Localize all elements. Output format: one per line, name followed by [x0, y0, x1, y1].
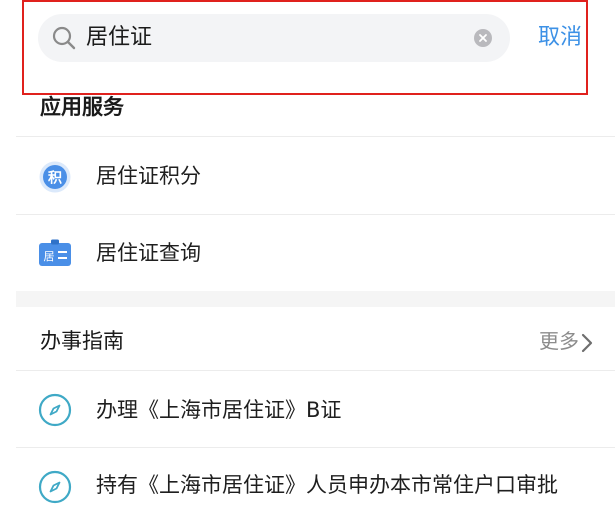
divider	[16, 136, 615, 137]
cancel-button[interactable]: 取消	[538, 14, 582, 62]
more-link[interactable]: 更多	[539, 326, 593, 356]
residence-card-icon: 居	[39, 239, 71, 266]
search-input[interactable]: 居住证	[86, 14, 152, 62]
divider	[16, 447, 615, 448]
points-badge-icon: 积	[39, 161, 71, 193]
clear-icon[interactable]	[474, 29, 492, 47]
compass-icon	[38, 470, 72, 504]
list-item-label: 居住证积分	[96, 164, 201, 188]
chevron-right-icon	[581, 333, 593, 352]
search-bar: 居住证 取消	[0, 0, 615, 95]
section-separator	[16, 291, 615, 307]
compass-icon	[38, 393, 72, 427]
guide-item-label: 持有《上海市居住证》人员申办本市常住户口审批	[96, 473, 558, 497]
search-icon	[52, 26, 76, 50]
points-badge-text: 积	[48, 170, 62, 187]
more-label: 更多	[539, 329, 579, 353]
search-field[interactable]: 居住证	[38, 14, 510, 62]
divider	[16, 370, 615, 371]
guide-title: 办事指南	[40, 329, 124, 353]
app-services-title: 应用服务	[40, 95, 124, 119]
list-item-residence-points[interactable]: 积 居住证积分	[16, 138, 615, 214]
list-item-label: 居住证查询	[96, 241, 201, 265]
residence-card-text: 居	[44, 250, 55, 263]
list-item-residence-query[interactable]: 居 居住证查询	[16, 215, 615, 291]
guide-item-label: 办理《上海市居住证》B证	[96, 398, 342, 422]
guide-item-residence-b-permit[interactable]: 办理《上海市居住证》B证	[16, 372, 615, 448]
